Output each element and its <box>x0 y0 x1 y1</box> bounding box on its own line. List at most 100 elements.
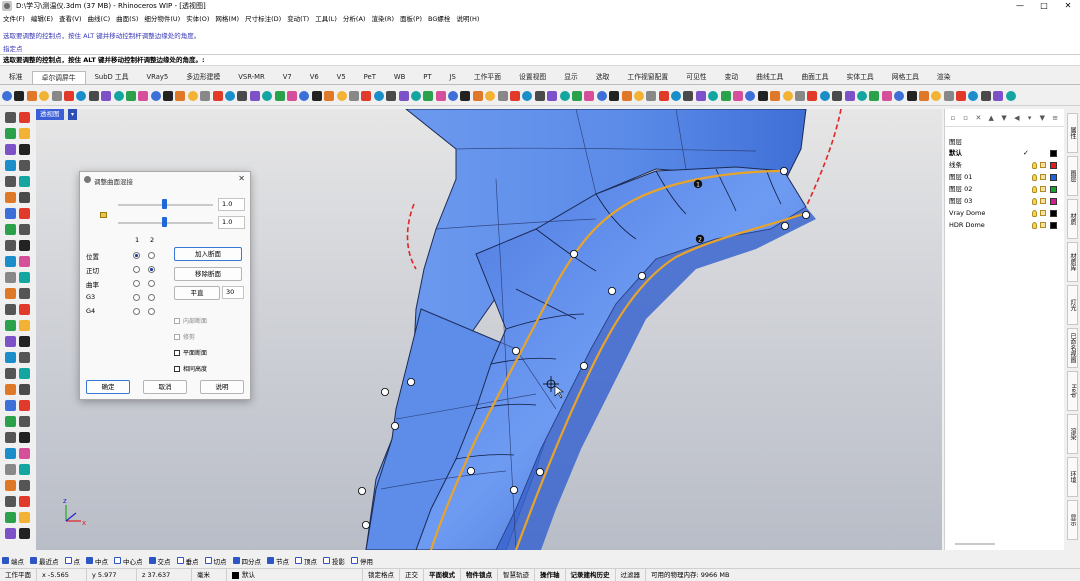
left-tool-icon[interactable] <box>19 272 30 283</box>
toolbar-tool-icon[interactable] <box>832 90 843 101</box>
left-tool-icon[interactable] <box>19 208 30 219</box>
toolbar-tab[interactable]: 曲面工具 <box>792 71 837 84</box>
right-panel-tab[interactable]: 灯光 <box>1067 285 1078 325</box>
help-button[interactable]: 说明 <box>200 380 244 394</box>
left-tool-icon[interactable] <box>5 160 16 171</box>
command-prompt[interactable]: 选取要调整的控制点，按住 ALT 键并移动控制杆调整边缘处的角度。: <box>0 54 1080 65</box>
osnap-checkbox[interactable]: 交点 <box>148 556 171 566</box>
toolbar-tool-icon[interactable] <box>125 90 136 101</box>
left-tool-icon[interactable] <box>19 240 30 251</box>
left-tool-icon[interactable] <box>19 176 30 187</box>
toolbar-tool-icon[interactable] <box>435 90 446 101</box>
layer-row[interactable]: 图层 01 <box>949 172 1061 183</box>
close-icon[interactable]: ✕ <box>238 174 245 183</box>
filter-layers-icon[interactable]: ▼ <box>1038 114 1046 122</box>
right-panel-tab[interactable]: 渲染 <box>1067 414 1078 454</box>
left-tool-icon[interactable] <box>5 416 16 427</box>
menu-bg-bolt[interactable]: BG螺栓 <box>428 13 450 23</box>
toolbar-tool-icon[interactable] <box>844 90 855 101</box>
toolbar-tool-icon[interactable] <box>819 90 830 101</box>
status-gumball[interactable]: 操作轴 <box>535 569 566 581</box>
toolbar-tool-icon[interactable] <box>361 90 372 101</box>
continuity-radio[interactable] <box>133 252 140 259</box>
toolbar-tool-icon[interactable] <box>187 90 198 101</box>
status-grid-snap[interactable]: 锁定格点 <box>363 569 400 581</box>
close-button[interactable]: ✕ <box>1056 0 1080 12</box>
left-tool-icon[interactable] <box>19 496 30 507</box>
lock-icon[interactable] <box>100 212 107 218</box>
filter-icon[interactable]: ▾ <box>1026 114 1034 122</box>
left-tool-icon[interactable] <box>19 512 30 523</box>
left-tool-icon[interactable] <box>5 304 16 315</box>
left-tool-icon[interactable] <box>19 256 30 267</box>
lock-icon[interactable] <box>1040 174 1046 180</box>
right-panel-tab[interactable]: 材质 <box>1067 199 1078 239</box>
left-tool-icon[interactable] <box>5 496 16 507</box>
left-tool-icon[interactable] <box>5 448 16 459</box>
osnap-checkbox[interactable]: 端点 <box>2 556 24 566</box>
left-tool-icon[interactable] <box>5 320 16 331</box>
toolbar-tool-icon[interactable] <box>671 90 682 101</box>
toolbar-tab[interactable]: V5 <box>328 71 355 84</box>
left-tool-icon[interactable] <box>19 416 30 427</box>
toolbar-tool-icon[interactable] <box>856 90 867 101</box>
right-panel-tab[interactable]: 属性 <box>1067 113 1078 153</box>
continuity-radio[interactable] <box>148 266 155 273</box>
left-tool-icon[interactable] <box>19 432 30 443</box>
toolbar-tool-icon[interactable] <box>225 90 236 101</box>
left-tool-icon[interactable] <box>5 240 16 251</box>
menu-panels[interactable]: 面板(P) <box>400 13 422 23</box>
layer-row[interactable]: HDR Dome <box>949 220 1061 231</box>
left-tool-icon[interactable] <box>19 384 30 395</box>
toolbar-tool-icon[interactable] <box>782 90 793 101</box>
viewport-title-tab[interactable]: 透视图 <box>36 109 64 120</box>
osnap-checkbox[interactable]: 顶点 <box>295 556 317 566</box>
remove-section-button[interactable]: 移除断面 <box>174 267 242 281</box>
lock-icon[interactable] <box>1040 162 1046 168</box>
toolbar-tab[interactable]: VRay5 <box>138 71 178 84</box>
toolbar-tab[interactable]: 标准 <box>0 71 32 84</box>
left-tool-icon[interactable] <box>5 128 16 139</box>
toolbar-tool-icon[interactable] <box>633 90 644 101</box>
toolbar-tab[interactable]: V7 <box>274 71 301 84</box>
left-tool-icon[interactable] <box>19 304 30 315</box>
menu-surface[interactable]: 曲面(S) <box>116 13 138 23</box>
toolbar-tool-icon[interactable] <box>485 90 496 101</box>
layer-menu-icon[interactable]: ≡ <box>1051 114 1059 122</box>
toolbar-tab[interactable]: 设置视图 <box>510 71 555 84</box>
left-tool-icon[interactable] <box>5 208 16 219</box>
toolbar-tab[interactable]: SubD 工具 <box>86 71 138 84</box>
lock-icon[interactable] <box>1040 186 1046 192</box>
toolbar-tool-icon[interactable] <box>150 90 161 101</box>
left-tool-icon[interactable] <box>5 432 16 443</box>
toolbar-tool-icon[interactable] <box>200 90 211 101</box>
menu-tools[interactable]: 工具(L) <box>315 13 337 23</box>
left-tool-icon[interactable] <box>19 128 30 139</box>
left-tool-icon[interactable] <box>5 352 16 363</box>
toolbar-tool-icon[interactable] <box>460 90 471 101</box>
continuity-radio[interactable] <box>148 308 155 315</box>
toolbar-tool-icon[interactable] <box>720 90 731 101</box>
new-layer-icon[interactable]: ▫ <box>949 114 957 122</box>
toolbar-tool-icon[interactable] <box>918 90 929 101</box>
toolbar-tab[interactable]: 工作平面 <box>465 71 510 84</box>
toolbar-tool-icon[interactable] <box>311 90 322 101</box>
continuity-radio[interactable] <box>148 294 155 301</box>
toolbar-tool-icon[interactable] <box>88 90 99 101</box>
move-up-icon[interactable]: ▲ <box>987 114 995 122</box>
osnap-checkbox[interactable]: 节点 <box>267 556 289 566</box>
toolbar-tool-icon[interactable] <box>63 90 74 101</box>
toolbar-tool-icon[interactable] <box>609 90 620 101</box>
toolbar-tool-icon[interactable] <box>398 90 409 101</box>
toolbar-tool-icon[interactable] <box>324 90 335 101</box>
lightbulb-icon[interactable] <box>1032 222 1037 229</box>
toolbar-tool-icon[interactable] <box>472 90 483 101</box>
status-history[interactable]: 记录建构历史 <box>566 569 616 581</box>
toolbar-tool-icon[interactable] <box>980 90 991 101</box>
right-panel-tab[interactable]: 图层 <box>1067 156 1078 196</box>
left-tool-icon[interactable] <box>5 144 16 155</box>
toolbar-tab[interactable]: 工作视窗配置 <box>618 71 677 84</box>
lightbulb-icon[interactable] <box>1032 198 1037 205</box>
toolbar-tab[interactable]: PeT <box>355 71 385 84</box>
toolbar-tab[interactable]: 渲染 <box>928 71 960 84</box>
